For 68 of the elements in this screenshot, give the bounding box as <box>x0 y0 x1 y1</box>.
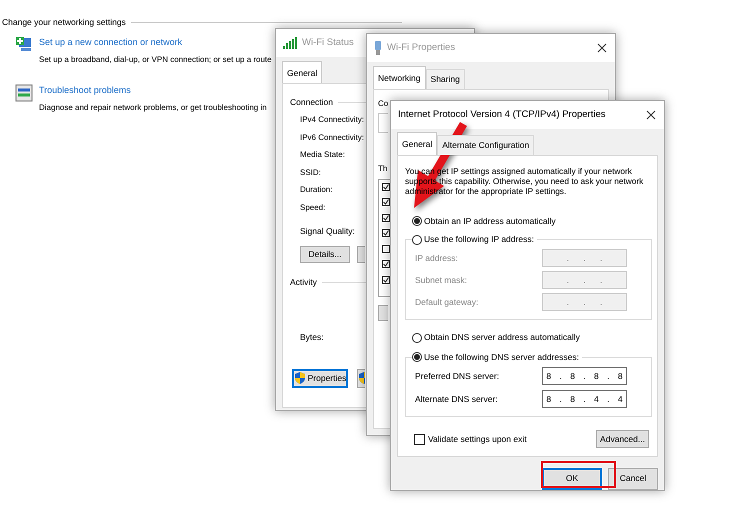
cancel-button[interactable]: Cancel <box>608 468 658 490</box>
field-label: Media State: <box>300 149 345 161</box>
checkbox[interactable] <box>414 434 425 445</box>
field-label: IPv6 Connectivity: <box>300 132 364 144</box>
adapter-field <box>378 112 388 133</box>
tab[interactable]: General <box>282 61 322 83</box>
check-icon <box>383 230 389 236</box>
radio-button[interactable] <box>412 352 422 362</box>
checkbox[interactable] <box>382 244 390 253</box>
checkbox[interactable] <box>382 260 390 268</box>
field-label: Default gateway: <box>415 296 478 309</box>
option-label[interactable]: Obtain DNS server address automatically <box>424 331 580 344</box>
check-icon <box>383 199 389 206</box>
setup-link[interactable]: Set up a new connection or network <box>39 36 182 50</box>
field-label: Preferred DNS server: <box>415 370 500 382</box>
checkbox-label[interactable]: Validate settings upon exit <box>428 432 527 446</box>
network-setup-icon <box>15 36 33 54</box>
check-icon <box>383 276 389 283</box>
field-label: Subnet mask: <box>415 274 467 287</box>
field-label: IPv4 Connectivity: <box>300 114 364 126</box>
ip-field[interactable]: 8 . 8 . 8 . 8 <box>542 367 627 386</box>
window-title: Wi-Fi Properties <box>387 40 456 55</box>
field-label: SSID: <box>300 166 321 178</box>
tab[interactable]: Networking <box>373 66 426 89</box>
ip-field[interactable]: 8 . 8 . 4 . 4 <box>542 390 627 408</box>
field-label: Th <box>378 162 388 175</box>
adapter-icon <box>374 41 382 55</box>
check-icon <box>383 184 389 190</box>
check-icon <box>383 214 389 221</box>
tab[interactable]: Alternate Configuration <box>437 135 534 155</box>
field-label: IP address: <box>415 252 458 265</box>
advanced-button[interactable]: Advanced... <box>596 430 649 448</box>
option-label[interactable]: Obtain an IP address automatically <box>424 214 556 228</box>
tab[interactable]: Sharing <box>426 69 465 89</box>
field-label: Duration: <box>300 184 332 196</box>
details-button[interactable]: Details... <box>300 246 350 264</box>
window-title: Internet Protocol Version 4 (TCP/IPv4) Properties <box>398 108 606 122</box>
close-icon[interactable] <box>597 43 607 53</box>
field-label: Bytes: <box>300 331 324 344</box>
shield-icon <box>294 371 306 386</box>
radio-button[interactable] <box>412 332 422 343</box>
window-title: Wi-Fi Status <box>302 36 354 50</box>
signal-icon <box>283 37 297 49</box>
group-heading: Activity <box>290 276 317 289</box>
checkbox[interactable] <box>382 214 390 222</box>
option-label[interactable]: Use the following IP address: <box>424 233 534 246</box>
tab[interactable]: General <box>397 132 438 155</box>
field-label: Signal Quality: <box>300 224 355 238</box>
field-label: Co <box>378 98 388 110</box>
radio-button[interactable] <box>412 234 422 245</box>
setup-link[interactable]: Troubleshoot problems <box>39 84 131 98</box>
section-heading: Change your networking settings <box>2 16 126 29</box>
troubleshoot-icon <box>15 84 33 102</box>
checkbox[interactable] <box>382 229 390 238</box>
option-label[interactable]: Use the following DNS server addresses: <box>424 351 579 364</box>
checkbox[interactable] <box>382 182 390 191</box>
link-description: Diagnose and repair network problems, or get troubleshooting in <box>39 102 267 114</box>
close-icon[interactable] <box>646 110 656 120</box>
field-label: Speed: <box>300 202 326 214</box>
group-heading: Connection <box>290 96 334 108</box>
properties-button[interactable]: Properties <box>292 368 348 388</box>
field-label: Alternate DNS server: <box>415 392 498 406</box>
checkbox[interactable] <box>382 198 390 206</box>
partial-button[interactable] <box>357 368 365 388</box>
check-icon <box>383 261 389 268</box>
checkbox[interactable] <box>382 276 390 284</box>
radio-button[interactable] <box>412 216 422 226</box>
link-description: Set up a broadband, dial-up, or VPN connection; or set up a route <box>39 54 272 66</box>
